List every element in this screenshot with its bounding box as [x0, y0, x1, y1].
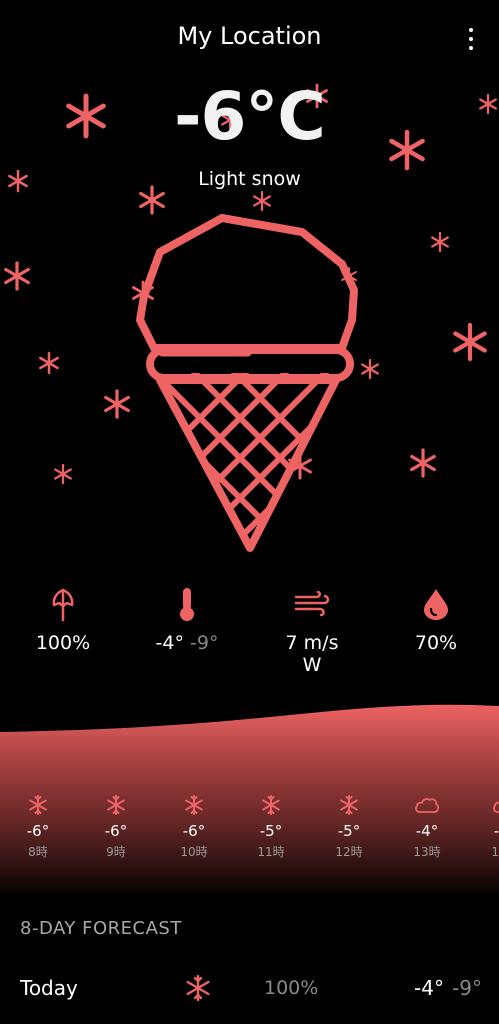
cloud-icon: [397, 792, 457, 818]
cloud-icon: [475, 792, 499, 818]
current-details: 100% -4° -9° 7 m/s W 70%: [0, 584, 499, 684]
snowflake-particle: [431, 231, 449, 253]
forecast-row-today[interactable]: Today 100% -4° -9°: [0, 970, 499, 1010]
hourly-item: -5° 11時: [241, 792, 301, 860]
wind-speed: 7 m/s: [285, 632, 339, 654]
wind-direction: W: [302, 654, 322, 676]
hourly-item: -6° 10時: [164, 792, 224, 860]
hourly-temp: -5°: [259, 822, 283, 840]
forecast-low: -9°: [452, 976, 482, 1000]
hourly-time: 8時: [28, 845, 48, 859]
hourly-time: 11時: [257, 845, 285, 859]
hourly-time: 14時: [491, 845, 499, 859]
snowflake-particle: [54, 463, 72, 485]
temp-high: -4°: [155, 632, 184, 654]
hourly-temp: -6°: [26, 822, 50, 840]
hourly-item: -4°14時: [475, 792, 499, 860]
snowflake-icon: [86, 792, 146, 818]
hourly-item: -6° 9時: [86, 792, 146, 860]
snowflake-particle: [453, 322, 487, 362]
hourly-temp: -6°: [182, 822, 206, 840]
hourly-time: 12時: [335, 845, 363, 859]
snowflake-particle: [104, 389, 130, 419]
hourly-time: 9時: [106, 845, 126, 859]
humidity-drop-icon: [424, 589, 448, 620]
snowflake-icon: [241, 792, 301, 818]
precipitation-value: 100%: [35, 632, 91, 654]
hourly-item: -6° 8時: [8, 792, 68, 860]
forecast-section-title: 8-DAY FORECAST: [20, 918, 182, 939]
snowflake-icon: [8, 792, 68, 818]
weather-condition: Light snow: [198, 168, 301, 190]
ice-cream-cone-icon: [136, 214, 358, 552]
temperature-range-stat: -4° -9°: [132, 584, 242, 654]
snowflake-particle: [39, 351, 59, 375]
snowflake-icon: [319, 792, 379, 818]
humidity-value: 70%: [414, 632, 458, 654]
hourly-temp: -6°: [104, 822, 128, 840]
wind-stat: 7 m/s W: [257, 584, 367, 676]
snowflake-icon: [164, 792, 224, 818]
umbrella-icon: [52, 588, 74, 621]
forecast-day-label: Today: [20, 976, 78, 1000]
forecast-high: -4°: [414, 976, 444, 1000]
thermometer-icon: [180, 588, 194, 621]
hourly-temp: -4°: [415, 822, 439, 840]
hourly-item: -5° 12時: [319, 792, 379, 860]
forecast-precip: 100%: [264, 977, 319, 999]
hourly-item: -4° 13時: [397, 792, 457, 860]
weather-screen: { "header": { "title": "My Location", "m…: [0, 0, 499, 1024]
snowflake-icon: [184, 974, 212, 1006]
temp-low: -9°: [190, 632, 219, 654]
hourly-temp: -5°: [337, 822, 361, 840]
hourly-time: 13時: [413, 845, 441, 859]
humidity-stat: 70%: [381, 584, 491, 654]
wind-icon: [294, 591, 330, 617]
hourly-temp: -4°: [493, 822, 499, 840]
snowflake-particle: [4, 261, 30, 291]
hourly-time: 10時: [180, 845, 208, 859]
hourly-forecast[interactable]: -6°8時-6°9時-6°10時-5°11時-5°12時-4°13時-4°14時: [0, 792, 499, 872]
current-temperature: -6°C: [174, 78, 326, 155]
precipitation-stat: 100%: [8, 584, 118, 654]
snowflake-particle: [410, 448, 436, 478]
